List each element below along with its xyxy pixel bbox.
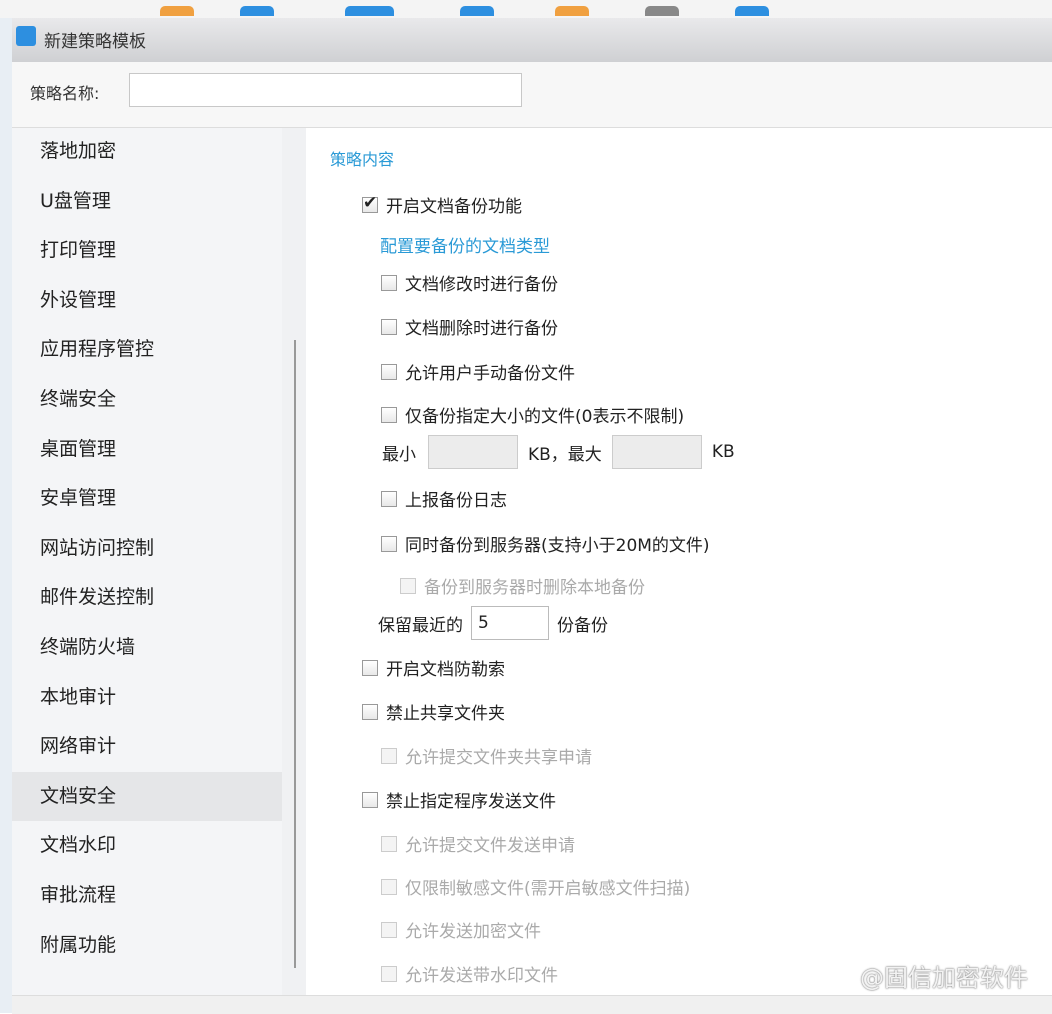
toolbar-icon [160, 6, 194, 16]
toolbar-icon [240, 6, 274, 16]
checkbox-icon [381, 835, 397, 852]
sidebar-item[interactable]: 安卓管理 [12, 474, 282, 523]
sidebar-item[interactable]: 邮件发送控制 [12, 573, 282, 622]
checkbox-label: 文档修改时进行备份 [405, 275, 558, 295]
keep-suffix-label: 份备份 [557, 615, 608, 636]
allow-encrypted-checkbox: 允许发送加密文件 [381, 917, 541, 942]
sidebar-item[interactable]: 本地审计 [12, 673, 282, 722]
section-title: 策略内容 [330, 150, 395, 169]
checkbox-label: 禁止指定程序发送文件 [386, 792, 556, 812]
min-size-input[interactable] [428, 435, 518, 469]
checkbox-label: 允许提交文件夹共享申请 [405, 748, 592, 768]
checkbox-icon [362, 703, 378, 720]
checkbox-label: 允许用户手动备份文件 [405, 364, 575, 384]
sidebar-item[interactable]: 终端防火墙 [12, 623, 282, 672]
keep-prefix-label: 保留最近的 [378, 615, 463, 636]
checkbox-label: 仅限制敏感文件(需开启敏感文件扫描) [405, 879, 691, 899]
policy-name-label: 策略名称: [30, 84, 100, 103]
checkbox-icon [381, 747, 397, 764]
checkbox-label: 备份到服务器时删除本地备份 [424, 578, 645, 598]
backup-to-server-checkbox[interactable]: 同时备份到服务器(支持小于20M的文件) [381, 531, 710, 556]
kb-label: KB [711, 442, 735, 462]
sidebar-item[interactable]: 文档水印 [12, 821, 282, 870]
watermark: @固信加密软件 [860, 964, 1028, 992]
sidebar-item[interactable]: 文档安全 [12, 771, 282, 821]
checkbox-icon [381, 363, 397, 380]
checkbox-icon [381, 274, 397, 291]
checkbox-label: 同时备份到服务器(支持小于20M的文件) [405, 536, 710, 556]
checkbox-label: 仅备份指定大小的文件(0表示不限制) [405, 407, 685, 427]
dialog-title: 新建策略模板 [44, 32, 146, 52]
delete-local-checkbox: 备份到服务器时删除本地备份 [400, 573, 645, 598]
content-panel [306, 128, 1052, 995]
checkbox-icon [362, 659, 378, 676]
app-chart-icon [16, 26, 36, 46]
checkbox-label: 允许发送加密文件 [405, 922, 541, 942]
sidebar-scrollbar[interactable] [294, 340, 296, 968]
background-toolbar [0, 0, 1052, 19]
checkbox-icon [381, 490, 397, 507]
allow-watermarked-checkbox: 允许发送带水印文件 [381, 961, 558, 986]
forbid-send-checkbox[interactable]: 禁止指定程序发送文件 [362, 787, 556, 812]
checkbox-label: 禁止共享文件夹 [386, 704, 505, 724]
toolbar-icon [460, 6, 494, 16]
sidebar-item[interactable]: 网站访问控制 [12, 524, 282, 573]
dialog-titlebar[interactable] [12, 18, 1052, 63]
config-doc-types-link[interactable]: 配置要备份的文档类型 [380, 232, 550, 257]
checkbox-icon [362, 791, 378, 808]
keep-recent-row: 保留最近的 5 份备份 [378, 606, 608, 640]
toolbar-icon [360, 6, 394, 16]
enable-backup-checkbox[interactable]: 开启文档备份功能 [362, 192, 522, 217]
size-range-row: 最小 KB，最大 KB [382, 435, 735, 469]
sidebar-item[interactable]: 网络审计 [12, 722, 282, 771]
checkbox-icon [381, 406, 397, 423]
checkbox-label: 开启文档防勒索 [386, 660, 505, 680]
sidebar-item[interactable]: U盘管理 [12, 177, 282, 226]
report-log-checkbox[interactable]: 上报备份日志 [381, 486, 507, 511]
checkbox-label: 上报备份日志 [405, 491, 507, 511]
backup-on-modify-checkbox[interactable]: 文档修改时进行备份 [381, 270, 558, 295]
dialog-footer [12, 995, 1052, 1014]
min-label: 最小 [382, 444, 416, 465]
sidebar-item[interactable]: 打印管理 [12, 226, 282, 275]
policy-name-input[interactable] [129, 73, 522, 107]
anti-ransomware-checkbox[interactable]: 开启文档防勒索 [362, 655, 505, 680]
kb-max-label: KB，最大 [528, 444, 602, 465]
checkbox-icon [381, 535, 397, 552]
sidebar-item[interactable]: 应用程序管控 [12, 325, 282, 374]
backup-on-delete-checkbox[interactable]: 文档删除时进行备份 [381, 314, 558, 339]
sidebar-item[interactable]: 审批流程 [12, 871, 282, 920]
allow-send-request-checkbox: 允许提交文件发送申请 [381, 831, 575, 856]
checkbox-label: 允许提交文件发送申请 [405, 836, 575, 856]
checkbox-icon [381, 921, 397, 938]
size-limit-checkbox[interactable]: 仅备份指定大小的文件(0表示不限制) [381, 402, 684, 427]
allow-share-request-checkbox: 允许提交文件夹共享申请 [381, 743, 592, 768]
checkbox-icon [400, 577, 416, 594]
checkbox-checked-icon [362, 193, 378, 213]
sidebar-item[interactable]: 外设管理 [12, 276, 282, 325]
sidebar-item[interactable]: 桌面管理 [12, 425, 282, 474]
checkbox-icon [381, 878, 397, 895]
checkbox-label: 允许发送带水印文件 [405, 966, 558, 986]
sidebar: 落地加密 U盘管理 打印管理 外设管理 应用程序管控 终端安全 桌面管理 安卓管理 网站访问控制… [12, 128, 282, 995]
toolbar-icon [645, 6, 679, 16]
max-size-input[interactable] [611, 435, 702, 469]
toolbar-icon [555, 6, 589, 16]
only-sensitive-checkbox: 仅限制敏感文件(需开启敏感文件扫描) [381, 874, 690, 899]
toolbar-icon [735, 6, 769, 16]
sidebar-item[interactable]: 终端安全 [12, 375, 282, 424]
sidebar-item[interactable]: 落地加密 [12, 127, 282, 176]
checkbox-label: 开启文档备份功能 [386, 197, 522, 217]
sidebar-item[interactable]: 附属功能 [12, 921, 282, 970]
checkbox-icon [381, 318, 397, 335]
checkbox-icon [381, 965, 397, 982]
keep-count-input[interactable]: 5 [471, 606, 549, 640]
allow-manual-backup-checkbox[interactable]: 允许用户手动备份文件 [381, 359, 575, 384]
forbid-share-checkbox[interactable]: 禁止共享文件夹 [362, 699, 505, 724]
checkbox-label: 文档删除时进行备份 [405, 319, 558, 339]
